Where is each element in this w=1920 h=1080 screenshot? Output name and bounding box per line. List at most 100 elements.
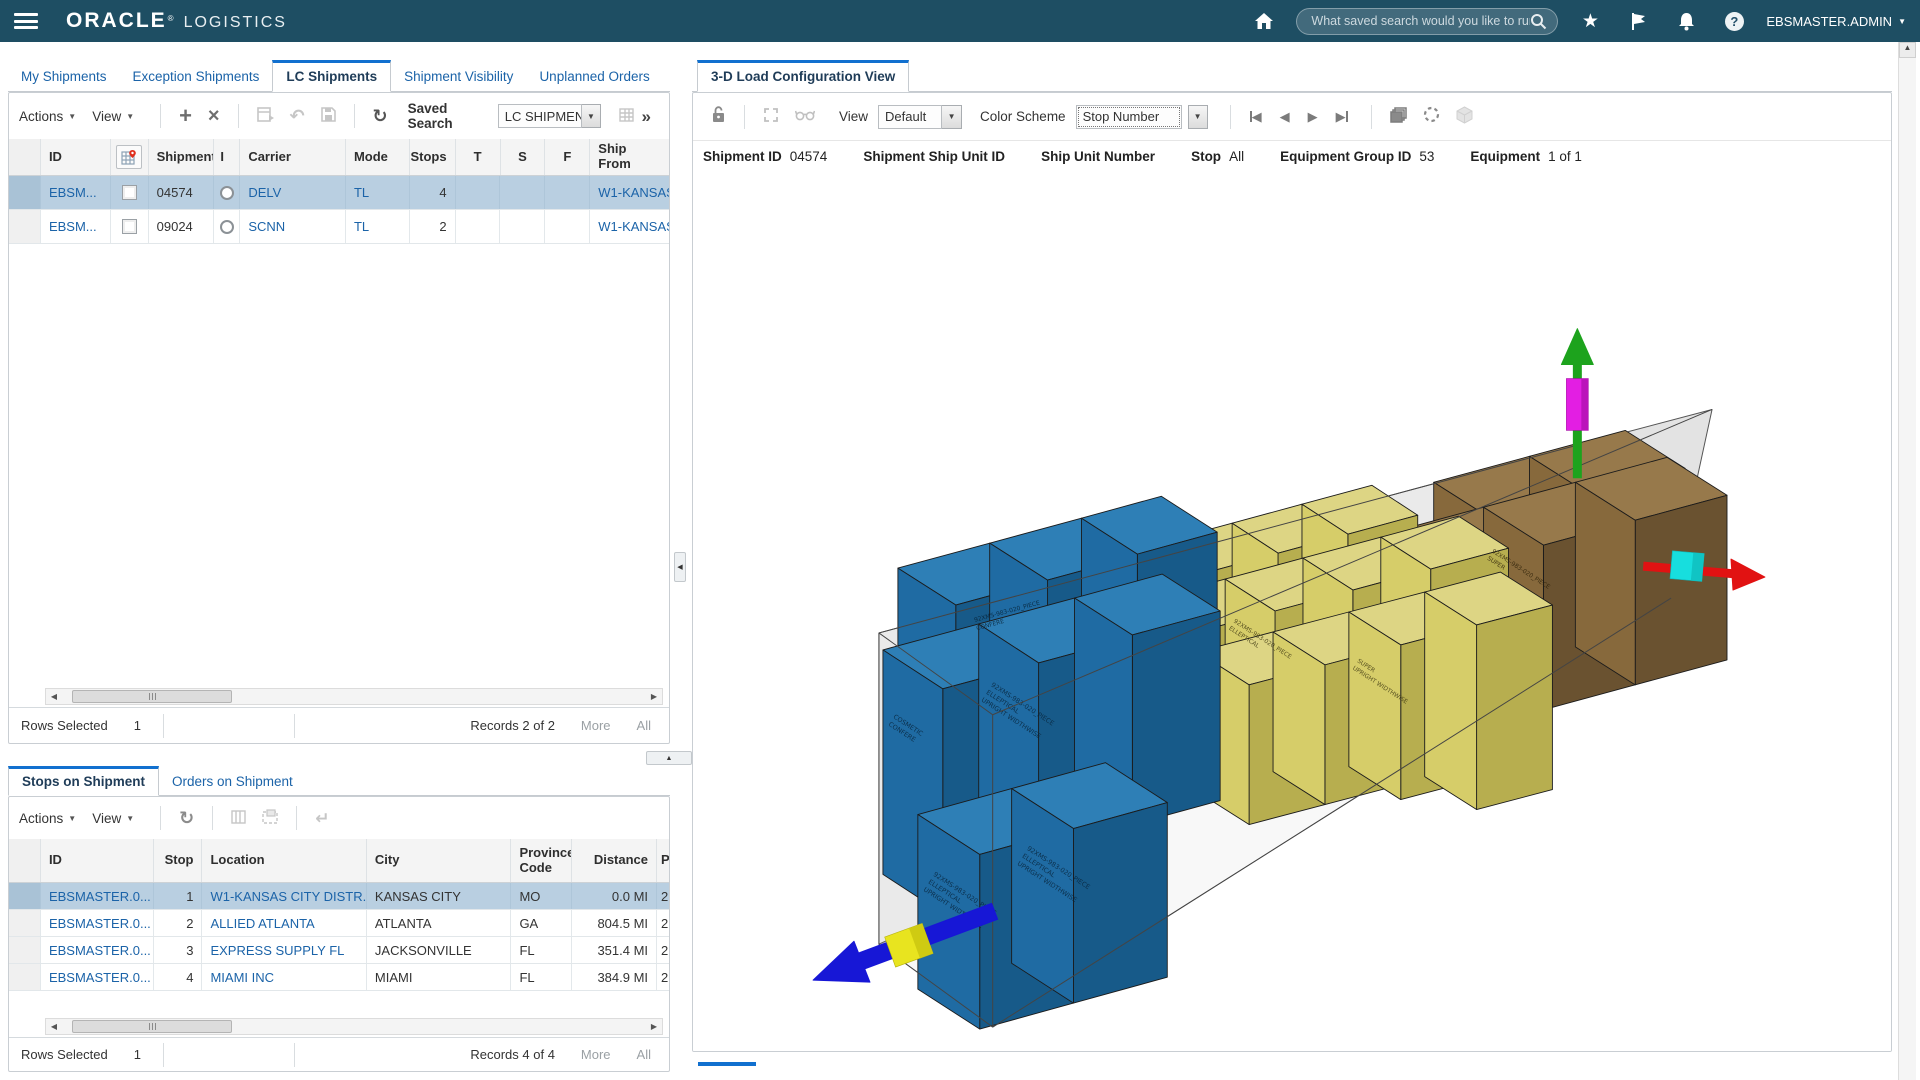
scroll-right-icon[interactable]: ▶ — [646, 1022, 662, 1031]
stop-row[interactable]: EBSMASTER.0... 3 EXPRESS SUPPLY FL JACKS… — [9, 937, 669, 964]
row-radio[interactable] — [220, 186, 234, 200]
scroll-thumb[interactable] — [72, 690, 232, 703]
save-icon[interactable] — [321, 107, 336, 126]
lock-icon[interactable] — [711, 106, 726, 127]
col-partial[interactable]: P — [657, 839, 669, 882]
grid-icon[interactable] — [619, 107, 634, 126]
favorites-star-icon[interactable]: ★ — [1575, 10, 1605, 33]
help-icon[interactable]: ? — [1719, 12, 1749, 31]
mode-link[interactable]: TL — [354, 219, 369, 234]
hamburger-menu-icon[interactable] — [14, 13, 38, 29]
refresh-icon[interactable]: ↻ — [179, 809, 194, 827]
view-dropdown-icon[interactable]: ▼ — [942, 105, 962, 129]
splitter-collapse-icon[interactable]: ◀ — [674, 552, 686, 582]
panel-collapse-icon[interactable]: ▲ — [646, 751, 692, 765]
scroll-left-icon[interactable]: ◀ — [46, 1022, 62, 1031]
carrier-link[interactable]: SCNN — [248, 219, 285, 234]
cube-icon[interactable] — [1456, 106, 1473, 128]
scroll-up-icon[interactable]: ▲ — [1899, 42, 1916, 58]
load-3d-canvas[interactable]: 92XMS-983-020_PIECEELLEPTICALUPRIGHT WID… — [693, 171, 1891, 1051]
shipment-row[interactable]: EBSM... 09024 SCNN TL 2 W1-KANSAS CIT — [9, 210, 669, 244]
actions-menu[interactable]: Actions▼ — [19, 109, 76, 124]
add-icon[interactable]: + — [179, 105, 192, 127]
col-province-code[interactable]: Province Code — [511, 839, 572, 882]
col-shipment[interactable]: Shipment — [149, 139, 215, 175]
undo-icon[interactable]: ↶ — [290, 107, 305, 125]
shipments-hscrollbar[interactable]: ◀ ▶ — [45, 688, 663, 705]
col-stop[interactable]: Stop — [154, 839, 203, 882]
stop-row[interactable]: EBSMASTER.0... 4 MIAMI INC MIAMI FL 384.… — [9, 964, 669, 991]
stop-row[interactable]: EBSMASTER.0... 2 ALLIED ATLANTA ATLANTA … — [9, 910, 669, 937]
more-link[interactable]: More — [581, 1047, 611, 1062]
location-link[interactable]: EXPRESS SUPPLY FL — [210, 943, 344, 958]
go-to-icon[interactable]: ↵ — [315, 810, 329, 827]
col-i[interactable]: I — [214, 139, 240, 175]
view-menu[interactable]: View▼ — [92, 109, 134, 124]
scroll-left-icon[interactable]: ◀ — [46, 692, 62, 701]
shipment-id-link[interactable]: EBSM... — [49, 185, 97, 200]
delete-icon[interactable]: × — [208, 106, 220, 126]
flag-icon[interactable] — [1623, 12, 1653, 31]
stop-id-link[interactable]: EBSMASTER.0... — [49, 916, 151, 931]
mode-link[interactable]: TL — [354, 185, 369, 200]
col-distance[interactable]: Distance — [572, 839, 657, 882]
previous-page-icon[interactable]: ◀ — [1280, 109, 1290, 125]
color-scheme-combobox[interactable]: Stop Number — [1076, 105, 1182, 129]
tab-orders-on-shipment[interactable]: Orders on Shipment — [159, 768, 306, 795]
ship-from-link[interactable]: W1-KANSAS CIT — [598, 185, 669, 200]
col-id[interactable]: ID — [41, 139, 111, 175]
stop-id-link[interactable]: EBSMASTER.0... — [49, 943, 151, 958]
saved-search-bar[interactable] — [1296, 8, 1558, 35]
notifications-bell-icon[interactable] — [1671, 12, 1701, 31]
map-pin-grid-icon[interactable] — [116, 145, 142, 169]
stop-id-link[interactable]: EBSMASTER.0... — [49, 889, 151, 904]
user-menu[interactable]: EBSMASTER.ADMIN ▼ — [1766, 14, 1906, 29]
col-map[interactable] — [111, 139, 149, 175]
row-checkbox[interactable] — [122, 185, 137, 200]
tab-exception-shipments[interactable]: Exception Shipments — [120, 61, 273, 91]
color-scheme-dropdown-icon[interactable]: ▼ — [1188, 105, 1208, 129]
stop-id-link[interactable]: EBSMASTER.0... — [49, 970, 151, 985]
tab-lc-shipments[interactable]: LC Shipments — [272, 60, 391, 92]
shipment-id-link[interactable]: EBSM... — [49, 219, 97, 234]
view-menu[interactable]: View▼ — [92, 811, 134, 826]
stops-hscrollbar[interactable]: ◀ ▶ — [45, 1018, 663, 1035]
tab-stops-on-shipment[interactable]: Stops on Shipment — [8, 766, 159, 796]
tab-3d-load-configuration[interactable]: 3-D Load Configuration View — [697, 60, 909, 92]
page-scrollbar[interactable]: ▲ — [1898, 42, 1916, 1080]
col-ship-from[interactable]: Ship From — [590, 139, 669, 175]
view-combobox[interactable]: Default — [878, 105, 942, 129]
location-link[interactable]: W1-KANSAS CITY DISTR... — [210, 889, 366, 904]
saved-search-dropdown-icon[interactable]: ▼ — [582, 104, 600, 128]
first-page-icon[interactable]: ◀ — [1250, 109, 1262, 125]
search-icon[interactable] — [1530, 13, 1547, 30]
col-city[interactable]: City — [367, 839, 512, 882]
all-link[interactable]: All — [637, 1047, 651, 1062]
more-link[interactable]: More — [581, 718, 611, 733]
detach-icon[interactable] — [262, 809, 278, 828]
inspect-glasses-icon[interactable] — [795, 107, 815, 126]
col-stops[interactable]: Stops — [410, 139, 456, 175]
actions-menu[interactable]: Actions▼ — [19, 811, 76, 826]
scroll-thumb[interactable] — [72, 1020, 232, 1033]
home-icon[interactable] — [1249, 12, 1279, 30]
col-mode[interactable]: Mode — [346, 139, 410, 175]
location-link[interactable]: MIAMI INC — [210, 970, 274, 985]
saved-search-input[interactable] — [1311, 14, 1530, 28]
col-t[interactable]: T — [456, 139, 501, 175]
overflow-chevrons[interactable]: » — [642, 108, 651, 125]
freeze-table-icon[interactable] — [231, 809, 246, 828]
col-carrier[interactable]: Carrier — [240, 139, 346, 175]
last-page-icon[interactable]: ▶ — [1336, 109, 1348, 125]
rotate-selection-icon[interactable] — [1423, 106, 1440, 127]
next-page-icon[interactable]: ▶ — [1308, 109, 1318, 125]
ship-from-link[interactable]: W1-KANSAS CIT — [598, 219, 669, 234]
all-link[interactable]: All — [637, 718, 651, 733]
detach-table-icon[interactable] — [257, 107, 274, 126]
layers-icon[interactable] — [1390, 107, 1407, 127]
tab-unplanned-orders[interactable]: Unplanned Orders — [526, 61, 662, 91]
col-s[interactable]: S — [501, 139, 546, 175]
tab-shipment-visibility[interactable]: Shipment Visibility — [391, 61, 526, 91]
col-id[interactable]: ID — [41, 839, 154, 882]
col-location[interactable]: Location — [202, 839, 366, 882]
